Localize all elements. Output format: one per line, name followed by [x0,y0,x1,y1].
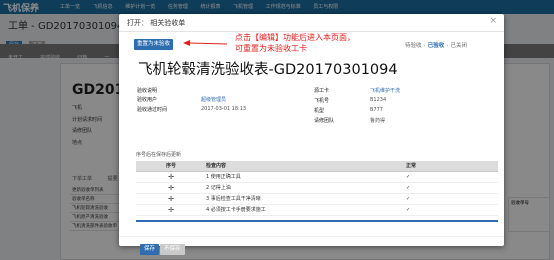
checklist-table: 序号 检查内容 正常 ✛ 1 使用正确工具 ✓ ✛ 2 记得上油 ✓ ✛ 3 事… [136,161,498,222]
col-header: 序号 [136,161,206,172]
left-info: 验收说明 验收用户 超级管理员 验收通过时间 2017-03-01 18:13 [137,87,317,127]
table-bottom-border [136,215,498,222]
document-title: 飞机轮毂清洗验收表-GD20170301094 [138,62,398,78]
drag-handle-icon[interactable]: ✛ [168,195,174,203]
info-label: 验收通过时间 [137,107,168,113]
check-mark-icon[interactable]: ✓ [406,171,498,183]
repair-team: 鲁药得 [370,118,386,124]
aircraft-number: B1234 [370,97,387,103]
accept-time: 2017-03-01 18:13 [201,106,247,112]
table-row: ✛ 4 必须按工卡手册要求施工 ✓ [136,204,498,216]
check-content: 2 记得上油 [206,182,406,194]
sequence-hint: 序号后在保存后更新 [136,152,182,158]
discard-button[interactable]: 不保存 [160,244,185,255]
check-content: 4 必须按工卡手册要求施工 [206,204,406,216]
check-mark-icon[interactable]: ✓ [406,193,498,205]
modal-footer-divider [119,236,504,237]
accept-user-link[interactable]: 超级管理员 [201,96,226,103]
drag-handle-icon[interactable]: ✛ [168,173,174,181]
info-label: 请修团队 [314,118,335,124]
source-card-link[interactable]: 飞机维护干洗 [370,87,400,94]
check-content: 1 使用正确工具 [206,171,406,183]
drag-handle-icon[interactable]: ✛ [168,184,174,192]
aircraft-model: B777 [370,107,383,113]
right-info: 源工卡 飞机维护干洗 飞机号 B1234 机型 B777 请修团队 鲁药得 [314,87,494,137]
annotation-note: 点击【编辑】功能后进入本页面， 可重置为未验收工卡 [235,32,355,54]
col-header: 正常 [406,161,498,172]
save-button[interactable]: 保存 [140,244,160,255]
info-label: 验收说明 [137,88,158,94]
table-row: ✛ 3 事后检查工具干净清晰 ✓ [136,193,498,205]
info-label: 飞机号 [314,98,330,104]
check-mark-icon[interactable]: ✓ [406,204,498,216]
annotation-line: 点击【编辑】功能后进入本页面， [235,33,355,42]
info-label: 机型 [314,108,325,114]
table-row: ✛ 2 记得上油 ✓ [136,182,498,194]
info-label: 源工卡 [314,88,330,94]
info-label: 验收用户 [137,97,158,103]
check-mark-icon[interactable]: ✓ [406,182,498,194]
col-header: 检查内容 [206,161,406,172]
table-row: ✛ 1 使用正确工具 ✓ [136,171,498,183]
table-header: 序号 检查内容 正常 [136,161,498,172]
check-content: 3 事后检查工具干净清晰 [206,193,406,205]
acceptance-modal: 打开： 相关验收单 × 重置为未验收 待验收 › 已验收 › 已关闭 点击【编辑】功能后… [119,14,504,255]
annotation-line: 可重置为未验收工卡 [235,44,307,53]
drag-handle-icon[interactable]: ✛ [168,206,174,214]
